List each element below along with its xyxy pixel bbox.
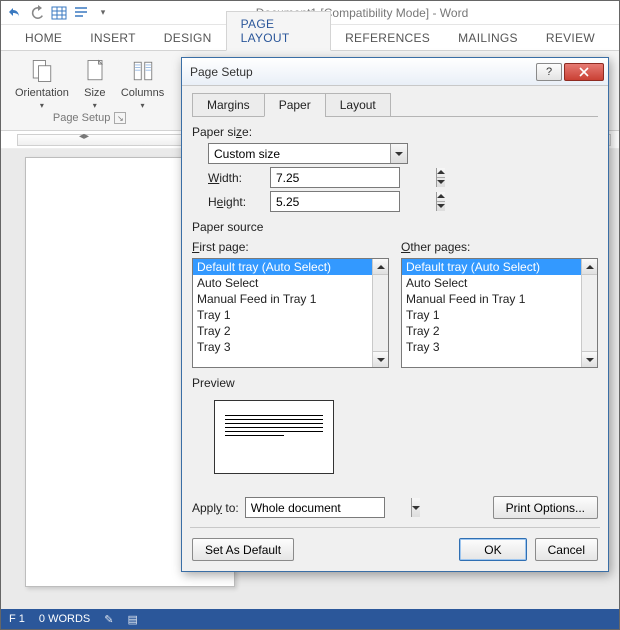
list-item[interactable]: Tray 1 <box>402 307 581 323</box>
scrollbar[interactable] <box>581 259 597 367</box>
height-spinner[interactable] <box>270 191 400 212</box>
width-label: Width: <box>208 171 262 185</box>
list-item[interactable]: Default tray (Auto Select) <box>193 259 372 275</box>
tab-page-layout[interactable]: PAGE LAYOUT <box>226 11 331 51</box>
close-button[interactable] <box>564 63 604 81</box>
scroll-down-icon[interactable] <box>373 351 388 367</box>
preview-label: Preview <box>192 376 598 390</box>
list-item[interactable]: Tray 3 <box>193 339 372 355</box>
ok-button[interactable]: OK <box>459 538 526 561</box>
size-button[interactable]: Size ▾ <box>81 57 109 110</box>
undo-icon[interactable] <box>7 5 23 21</box>
ribbon-group-label: Page Setup <box>53 112 111 124</box>
paper-size-value[interactable] <box>209 144 390 163</box>
dtab-layout[interactable]: Layout <box>325 93 391 117</box>
dtab-margins[interactable]: Margins <box>192 93 265 117</box>
dialog-titlebar[interactable]: Page Setup ? <box>182 58 608 86</box>
dialog-launcher-icon[interactable]: ↘ <box>114 112 126 124</box>
tab-design[interactable]: DESIGN <box>150 26 226 50</box>
dialog-tabstrip: Margins Paper Layout <box>192 92 598 117</box>
page-icon[interactable]: ▤ <box>127 613 137 626</box>
spin-down-icon[interactable] <box>437 202 445 212</box>
list-item[interactable]: Default tray (Auto Select) <box>402 259 581 275</box>
list-item[interactable]: Tray 1 <box>193 307 372 323</box>
first-page-label: First page: <box>192 240 389 254</box>
print-options-button[interactable]: Print Options... <box>493 496 598 519</box>
status-page[interactable]: F 1 <box>9 613 25 625</box>
list-item[interactable]: Manual Feed in Tray 1 <box>193 291 372 307</box>
window-title: Document1 [Compatibility Mode] - Word <box>111 6 613 20</box>
other-pages-label: Other pages: <box>401 240 598 254</box>
tab-review[interactable]: REVIEW <box>532 26 609 50</box>
orientation-label: Orientation <box>15 87 69 99</box>
dtab-paper[interactable]: Paper <box>264 93 326 117</box>
tab-insert[interactable]: INSERT <box>76 26 150 50</box>
redo-icon[interactable] <box>29 5 45 21</box>
columns-label: Columns <box>121 87 164 99</box>
paper-size-combo[interactable] <box>208 143 408 164</box>
list-item[interactable]: Tray 2 <box>402 323 581 339</box>
width-input[interactable] <box>271 168 436 187</box>
list-item[interactable]: Manual Feed in Tray 1 <box>402 291 581 307</box>
qat-dropdown-icon[interactable]: ▾ <box>95 5 111 21</box>
status-bar: F 1 0 WORDS ✎ ▤ <box>1 609 619 629</box>
cancel-button[interactable]: Cancel <box>535 538 598 561</box>
page-setup-dialog: Page Setup ? Margins Paper Layout Paper … <box>181 57 609 572</box>
scroll-up-icon[interactable] <box>373 259 388 275</box>
height-input[interactable] <box>271 192 436 211</box>
list-item[interactable]: Auto Select <box>402 275 581 291</box>
spin-down-icon[interactable] <box>437 178 445 188</box>
list-item[interactable]: Tray 3 <box>402 339 581 355</box>
chevron-down-icon[interactable] <box>390 144 407 163</box>
orientation-button[interactable]: Orientation ▾ <box>15 57 69 110</box>
preview-box <box>214 400 334 474</box>
scroll-down-icon[interactable] <box>582 351 597 367</box>
scrollbar[interactable] <box>372 259 388 367</box>
scroll-up-icon[interactable] <box>582 259 597 275</box>
proofing-icon[interactable]: ✎ <box>104 613 113 626</box>
help-button[interactable]: ? <box>536 63 562 81</box>
ribbon-tabstrip: HOME INSERT DESIGN PAGE LAYOUT REFERENCE… <box>1 25 619 51</box>
apply-to-combo[interactable] <box>245 497 385 518</box>
size-label: Size <box>84 87 105 99</box>
height-label: Height: <box>208 195 262 209</box>
ribbon-group-page-setup: Orientation ▾ Size ▾ Columns ▾ Page Setu… <box>9 55 170 126</box>
tab-mailings[interactable]: MAILINGS <box>444 26 532 50</box>
list-item[interactable]: Tray 2 <box>193 323 372 339</box>
list-item[interactable]: Auto Select <box>193 275 372 291</box>
apply-to-label: Apply to: <box>192 501 239 515</box>
separator <box>190 527 600 528</box>
dialog-title: Page Setup <box>190 65 536 79</box>
other-pages-listbox[interactable]: Default tray (Auto Select)Auto SelectMan… <box>402 259 581 367</box>
paper-source-label: Paper source <box>192 220 598 234</box>
spin-up-icon[interactable] <box>437 168 445 178</box>
paper-size-label: Paper size: <box>192 125 598 139</box>
tab-home[interactable]: HOME <box>11 26 76 50</box>
paragraph-icon[interactable] <box>73 5 89 21</box>
first-page-listbox[interactable]: Default tray (Auto Select)Auto SelectMan… <box>193 259 372 367</box>
spin-up-icon[interactable] <box>437 192 445 202</box>
width-spinner[interactable] <box>270 167 400 188</box>
status-words[interactable]: 0 WORDS <box>39 613 90 625</box>
set-as-default-button[interactable]: Set As Default <box>192 538 294 561</box>
columns-button[interactable]: Columns ▾ <box>121 57 164 110</box>
table-icon[interactable] <box>51 5 67 21</box>
chevron-down-icon[interactable] <box>411 498 420 517</box>
tab-references[interactable]: REFERENCES <box>331 26 444 50</box>
apply-to-value[interactable] <box>246 498 411 517</box>
